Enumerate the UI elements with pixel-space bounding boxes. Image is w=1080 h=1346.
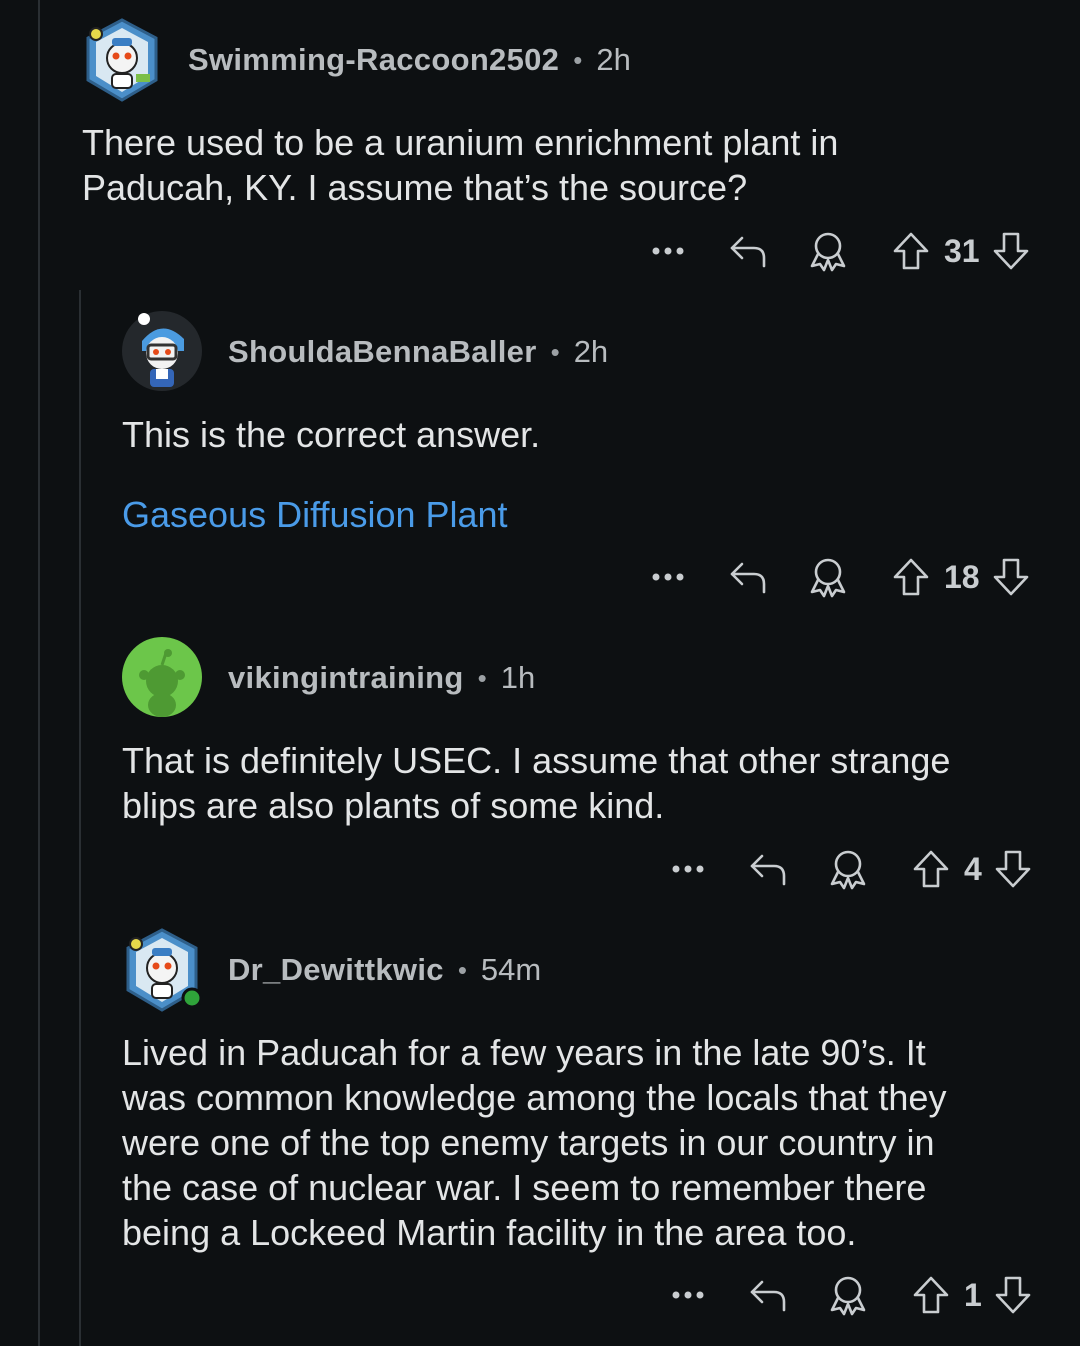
snoo-robot-avatar-icon <box>86 18 158 102</box>
body-line: Lived in Paducah for a few years in the … <box>122 1032 926 1073</box>
comment-actions: 4 <box>668 844 1032 894</box>
comment-body: Lived in Paducah for a few years in the … <box>122 1030 946 1255</box>
comment-actions: 1 <box>668 1270 1032 1320</box>
default-green-snoo-avatar-icon <box>122 637 202 717</box>
downvote-icon[interactable] <box>992 231 1030 271</box>
gaseous-diffusion-plant-link[interactable]: Gaseous Diffusion Plant <box>122 492 508 537</box>
comment-body: This is the correct answer. <box>122 412 540 457</box>
upvote-icon[interactable] <box>912 1275 950 1315</box>
downvote-icon[interactable] <box>992 557 1030 597</box>
reply-icon[interactable] <box>728 232 768 270</box>
more-options-icon[interactable] <box>668 863 708 875</box>
comment-meta: ShouldaBennaBaller • 2h <box>228 332 608 372</box>
avatar[interactable] <box>82 18 162 102</box>
body-line: That is definitely USEC. I assume that o… <box>122 740 951 781</box>
thread-line-inner <box>79 290 81 1346</box>
reply-icon[interactable] <box>748 1276 788 1314</box>
body-line: blips are also plants of some kind. <box>122 785 665 826</box>
vote-score: 4 <box>964 850 982 887</box>
award-icon[interactable] <box>808 230 848 272</box>
body-line: were one of the top enemy targets in our… <box>122 1122 935 1163</box>
more-options-icon[interactable] <box>648 245 688 257</box>
comment-body: There used to be a uranium enrichment pl… <box>82 120 838 210</box>
thread-line-outer <box>38 0 40 1346</box>
more-options-icon[interactable] <box>648 571 688 583</box>
separator-dot: • <box>477 662 487 693</box>
more-options-icon[interactable] <box>668 1289 708 1301</box>
reply-icon[interactable] <box>728 558 768 596</box>
comment-meta: vikingintraining • 1h <box>228 658 535 698</box>
comment-body: That is definitely USEC. I assume that o… <box>122 738 950 828</box>
separator-dot: • <box>457 954 467 985</box>
award-icon[interactable] <box>828 1274 868 1316</box>
downvote-icon[interactable] <box>994 1275 1032 1315</box>
upvote-icon[interactable] <box>912 849 950 889</box>
online-status-icon <box>181 987 203 1009</box>
avatar[interactable] <box>122 311 202 391</box>
username[interactable]: ShouldaBennaBaller <box>228 334 537 370</box>
username[interactable]: Dr_Dewittkwic <box>228 952 444 988</box>
avatar[interactable] <box>122 637 202 717</box>
timestamp: 2h <box>573 334 609 369</box>
avatar[interactable] <box>122 928 203 1012</box>
username[interactable]: Swimming-Raccoon2502 <box>188 42 559 78</box>
vote-score: 1 <box>964 1276 982 1313</box>
separator-dot: • <box>573 44 583 75</box>
snoo-football-avatar-icon <box>122 311 202 391</box>
timestamp: 1h <box>500 660 536 695</box>
reply-icon[interactable] <box>748 850 788 888</box>
comment-meta: Swimming-Raccoon2502 • 2h <box>188 40 631 80</box>
body-line: the case of nuclear war. I seem to remem… <box>122 1167 927 1208</box>
comment-meta: Dr_Dewittkwic • 54m <box>228 950 541 990</box>
snoo-robot-avatar-online-icon <box>126 928 203 1012</box>
username[interactable]: vikingintraining <box>228 660 464 696</box>
comment-actions: 18 <box>648 552 1030 602</box>
award-icon[interactable] <box>808 556 848 598</box>
body-line: being a Lockeed Martin facility in the a… <box>122 1212 857 1253</box>
comment-actions: 31 <box>648 226 1030 276</box>
award-icon[interactable] <box>828 848 868 890</box>
vote-score: 18 <box>944 558 980 595</box>
vote-score: 31 <box>944 232 980 269</box>
body-line: There used to be a uranium enrichment pl… <box>82 122 839 163</box>
upvote-icon[interactable] <box>892 557 930 597</box>
separator-dot: • <box>550 336 560 367</box>
timestamp: 2h <box>596 42 631 77</box>
body-line: Paducah, KY. I assume that’s the source? <box>82 167 748 208</box>
body-line: This is the correct answer. <box>122 414 541 455</box>
body-line: was common knowledge among the locals th… <box>122 1077 947 1118</box>
downvote-icon[interactable] <box>994 849 1032 889</box>
upvote-icon[interactable] <box>892 231 930 271</box>
timestamp: 54m <box>480 952 542 987</box>
